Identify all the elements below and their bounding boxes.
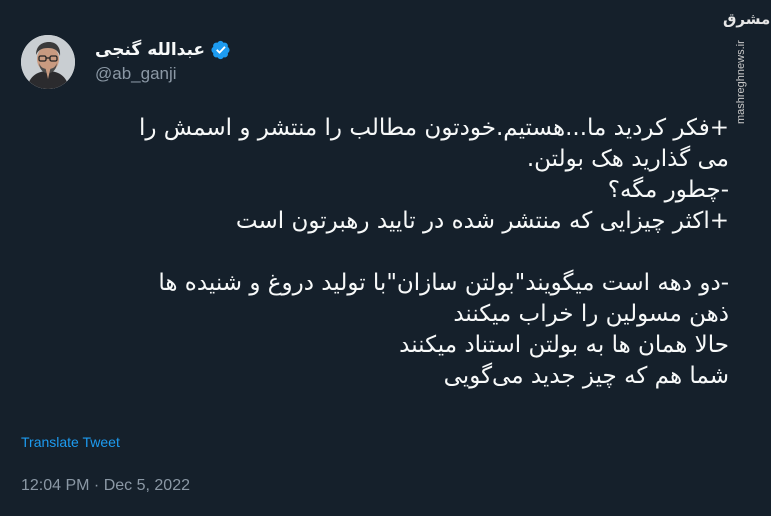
- tweet-line: -دو دهه است میگویند"بولتن سازان"با تولید…: [158, 270, 729, 296]
- tweet-card: عبدالله گنجی @ab_ganji مشرق mashreghnews…: [0, 0, 771, 516]
- tweet-text: +فکر کردید ما...هستیم.خودتون مطالب را من…: [29, 113, 729, 392]
- tweet-line: می گذارید هک بولتن.: [526, 146, 729, 172]
- author-display-name[interactable]: عبدالله گنجی: [95, 40, 205, 60]
- tweet-line: شما هم که چیز جدید می‌گویی: [443, 363, 729, 389]
- watermark-logo: مشرق: [723, 10, 771, 28]
- verified-badge-icon: [211, 40, 230, 60]
- avatar[interactable]: [21, 35, 75, 89]
- author-handle[interactable]: @ab_ganji: [95, 64, 177, 84]
- tweet-timestamp[interactable]: 12:04 PM · Dec 5, 2022: [21, 477, 190, 495]
- author-name-row[interactable]: عبدالله گنجی: [95, 38, 231, 62]
- tweet-line: حالا همان ها به بولتن استناد میکنند: [399, 332, 729, 358]
- translate-tweet-link[interactable]: Translate Tweet: [21, 434, 120, 450]
- tweet-line: -چطور مگه؟: [607, 177, 729, 203]
- tweet-line: +فکر کردید ما...هستیم.خودتون مطالب را من…: [138, 115, 729, 141]
- person-with-glasses-avatar-icon: [21, 35, 75, 89]
- tweet-line: ذهن مسولین را خراب میکنند: [453, 301, 729, 327]
- tweet-line: +اکثر چیزایی که منتشر شده در تایید رهبرت…: [235, 208, 729, 234]
- watermark-url: mashreghnews.ir: [735, 40, 747, 124]
